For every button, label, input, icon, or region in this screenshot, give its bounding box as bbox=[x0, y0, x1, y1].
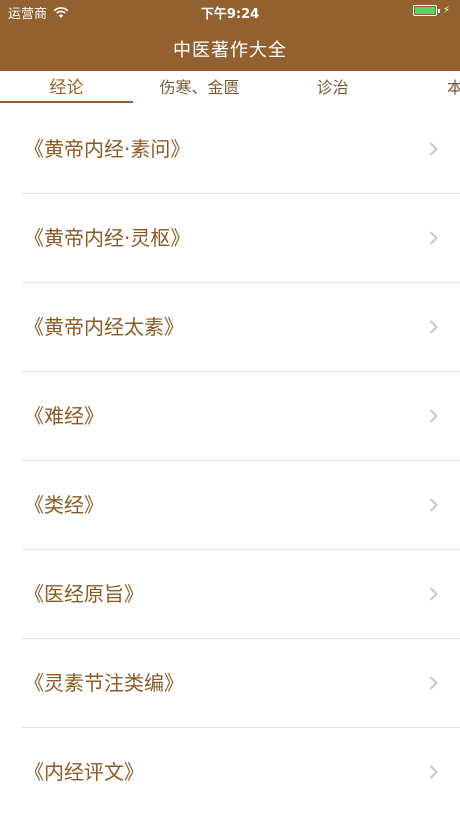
battery-icon: ⚡ bbox=[412, 4, 450, 16]
list-item-label: 《黄帝内经太素》 bbox=[24, 315, 184, 339]
chevron-right-icon bbox=[429, 409, 438, 423]
list-item-label: 《黄帝内经·素问》 bbox=[24, 137, 191, 161]
chevron-right-icon bbox=[429, 765, 438, 779]
tab-label: 经论 bbox=[49, 78, 84, 98]
chevron-right-icon bbox=[429, 320, 438, 334]
list-item[interactable]: 《黄帝内经·素问》 bbox=[0, 105, 460, 194]
tab-jinglun[interactable]: 经论 bbox=[0, 71, 133, 105]
chevron-right-icon bbox=[429, 231, 438, 245]
list-item-label: 《内经评文》 bbox=[24, 760, 144, 784]
page-title: 中医著作大全 bbox=[173, 40, 287, 61]
tab-zhenzhi[interactable]: 诊治 bbox=[266, 71, 399, 105]
list-item[interactable]: 《内经评文》 bbox=[0, 728, 460, 817]
book-list: 《黄帝内经·素问》 《黄帝内经·灵枢》 《黄帝内经太素》 《难经》 《类经》 《… bbox=[0, 105, 460, 817]
list-item-label: 《医经原旨》 bbox=[24, 582, 144, 606]
category-tabs: 经论 伤寒、金匮 诊治 本 bbox=[0, 71, 460, 105]
chevron-right-icon bbox=[429, 498, 438, 512]
tab-ben[interactable]: 本 bbox=[447, 71, 460, 105]
top-bar: 运营商 下午9:24 ⚡ 中医著作大全 bbox=[0, 0, 460, 71]
status-bar: 运营商 下午9:24 ⚡ bbox=[0, 0, 460, 22]
list-item-label: 《类经》 bbox=[24, 493, 104, 517]
tab-label: 本 bbox=[447, 78, 460, 97]
tab-shanghan-jingui[interactable]: 伤寒、金匮 bbox=[133, 71, 266, 105]
list-item[interactable]: 《难经》 bbox=[0, 372, 460, 461]
list-item[interactable]: 《黄帝内经·灵枢》 bbox=[0, 194, 460, 283]
list-item[interactable]: 《黄帝内经太素》 bbox=[0, 283, 460, 372]
status-time: 下午9:24 bbox=[200, 7, 260, 22]
list-item-label: 《灵素节注类编》 bbox=[24, 671, 184, 695]
chevron-right-icon bbox=[429, 587, 438, 601]
list-item[interactable]: 《灵素节注类编》 bbox=[0, 639, 460, 728]
list-item-label: 《难经》 bbox=[24, 404, 104, 428]
list-item[interactable]: 《医经原旨》 bbox=[0, 550, 460, 639]
list-item[interactable]: 《类经》 bbox=[0, 461, 460, 550]
chevron-right-icon bbox=[429, 676, 438, 690]
tab-label: 伤寒、金匮 bbox=[159, 78, 240, 97]
list-item-label: 《黄帝内经·灵枢》 bbox=[24, 226, 191, 250]
active-tab-indicator bbox=[0, 101, 133, 103]
tab-label: 诊治 bbox=[316, 78, 349, 97]
chevron-right-icon bbox=[429, 142, 438, 156]
charging-icon: ⚡ bbox=[442, 4, 450, 16]
